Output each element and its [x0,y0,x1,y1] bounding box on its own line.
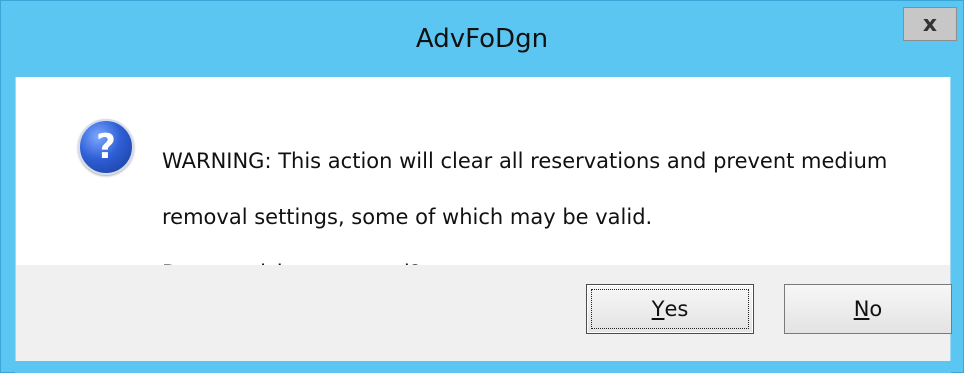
close-icon: x [922,11,938,37]
close-button[interactable]: x [903,7,957,41]
message-area: ? WARNING: This action will clear all re… [16,77,950,285]
no-label: o [869,297,883,321]
question-icon: ? [78,119,134,175]
message-line-1: WARNING: This action will clear all rese… [162,149,888,173]
no-button[interactable]: No [784,284,952,334]
window-bottom-border [15,361,951,373]
title-bar[interactable]: AdvFoDgn x [1,1,963,77]
message-dialog: AdvFoDgn x ? WARNING: This action will c… [0,0,964,373]
button-bar: Yes No [16,265,952,361]
message-line-2: removal settings, some of which may be v… [162,205,653,229]
yes-button[interactable]: Yes [586,284,754,334]
window-title: AdvFoDgn [415,24,549,54]
question-mark-glyph: ? [96,127,116,167]
focus-ring [591,289,749,329]
no-mnemonic: N [853,297,870,321]
dialog-body: ? WARNING: This action will clear all re… [15,77,952,361]
